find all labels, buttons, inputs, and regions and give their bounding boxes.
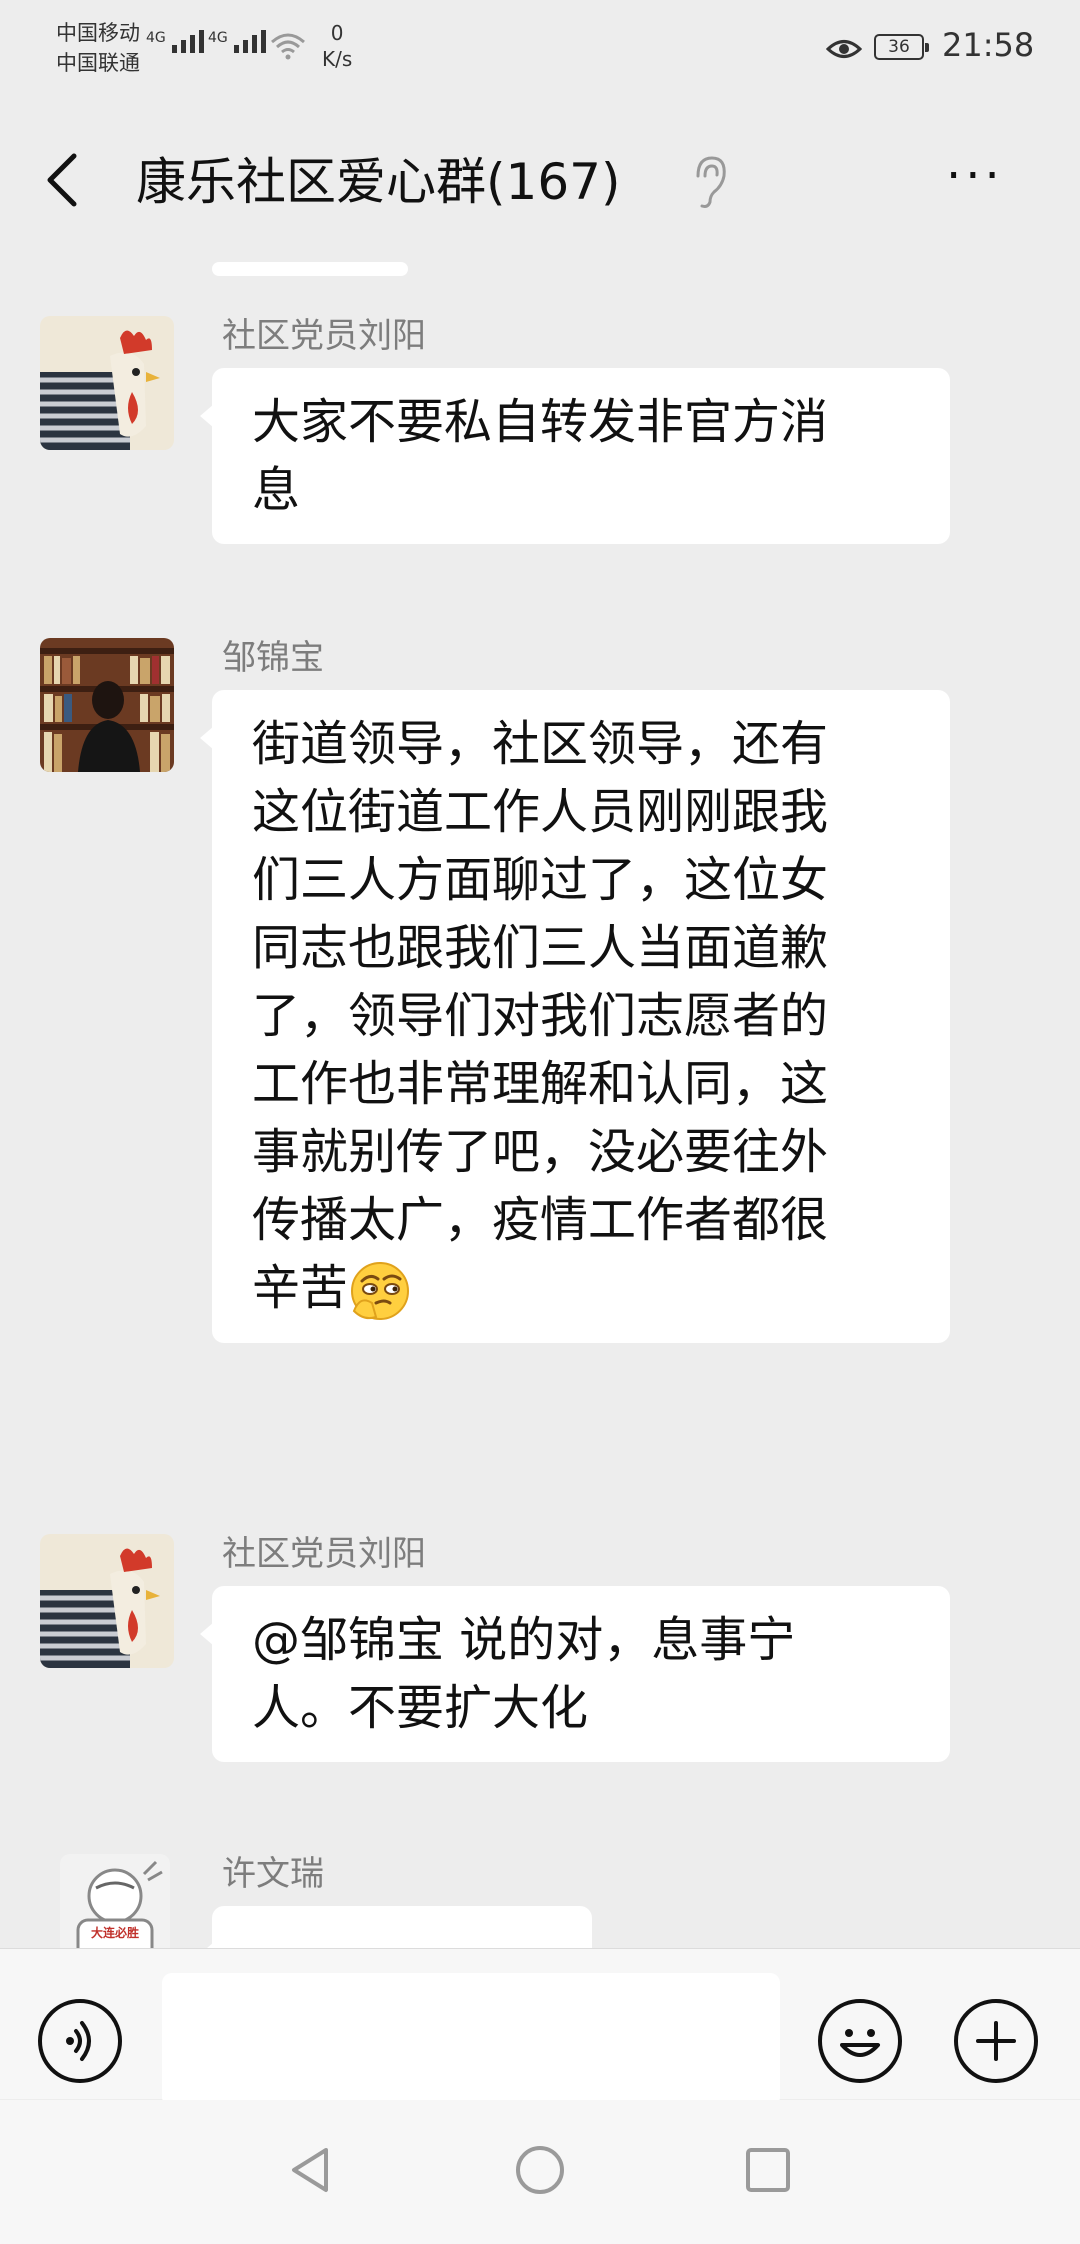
sender-name: 社区党员刘阳 (222, 1534, 426, 1574)
message-line: 人。不要扩大化 (252, 1680, 589, 1736)
message-line: 大家不要私自转发非官方消 (252, 394, 829, 450)
emoji-button[interactable] (818, 1999, 902, 2083)
message-bubble[interactable]: @邹锦宝 说的对，息事宁 人。不要扩大化 (200, 1586, 950, 1762)
page-title: 康乐社区爱心群(167) (136, 153, 621, 211)
sender-name: 社区党员刘阳 (222, 316, 426, 356)
bookshelf-avatar-icon (40, 638, 174, 772)
speed-unit: K/s (322, 47, 353, 71)
carrier-names: 中国移动 中国联通 (56, 18, 140, 78)
message-bubble[interactable]: 街道领导，社区领导，还有 这位街道工作人员刚刚跟我 们三人方面聊过了，这位女 同… (200, 690, 950, 1343)
thinking-face-icon (351, 1262, 410, 1320)
avatar[interactable] (40, 1534, 174, 1668)
input-bar (0, 1948, 1080, 2107)
signal-2-icon: 4G (208, 30, 266, 53)
clock: 21:58 (942, 26, 1035, 64)
message-line: 事就别传了吧，没必要往外 (252, 1124, 829, 1180)
network-speed: 0 K/s (322, 20, 352, 72)
smiley-icon (840, 2029, 880, 2057)
message-line: 工作也非常理解和认同，这 (252, 1056, 829, 1112)
status-bar: 中国移动 中国联通 4G 4G 0 K/s 36 21:58 (0, 0, 1080, 100)
more-button[interactable]: ··· (946, 152, 1026, 200)
message-line: 息 (252, 462, 301, 518)
carrier-1: 中国移动 (56, 21, 140, 45)
system-navigation-bar (0, 2100, 1080, 2244)
message-line: 这位街道工作人员刚刚跟我 (252, 784, 829, 840)
sender-name: 邹锦宝 (222, 638, 324, 678)
message-item: 社区党员刘阳 大家不要私自转发非官方消 息 (40, 316, 1040, 544)
more-functions-button[interactable] (954, 1999, 1038, 2083)
carrier-2: 中国联通 (56, 51, 140, 75)
signal-1-icon: 4G (146, 30, 204, 53)
eye-icon (826, 40, 862, 58)
message-line: 辛苦 (252, 1260, 349, 1316)
message-line-with-emoji: 辛苦 (252, 1254, 916, 1323)
ear-icon (696, 156, 726, 208)
chat-message-list[interactable]: 社区党员刘阳 大家不要私自转发非官方消 息 邹锦宝 街道领导，社区领导，还有 这… (0, 260, 1080, 1950)
chevron-left-icon[interactable] (40, 150, 84, 210)
message-line: @邹锦宝 说的对，息事宁 (252, 1612, 796, 1668)
avatar[interactable] (40, 316, 174, 450)
rooster-avatar-icon (40, 1534, 174, 1668)
message-input[interactable] (162, 1973, 780, 2107)
back-triangle-icon[interactable] (280, 2140, 340, 2200)
rooster-avatar-icon (40, 316, 174, 450)
plus-icon (976, 2021, 1016, 2061)
voice-button[interactable] (38, 1999, 122, 2083)
message-line: 们三人方面聊过了，这位女 (252, 852, 829, 908)
battery-indicator: 36 (874, 34, 929, 60)
message-line: 了，领导们对我们志愿者的 (252, 988, 829, 1044)
message-item: 大连必胜 许文瑞 (40, 1854, 1040, 1950)
wifi-icon (271, 33, 305, 60)
message-line: 传播太广，疫情工作者都很 (252, 1192, 829, 1248)
avatar[interactable]: 大连必胜 (60, 1854, 170, 1950)
signal-2-label: 4G (208, 30, 228, 46)
message-bubble[interactable] (200, 1906, 592, 1950)
signal-1-label: 4G (146, 30, 166, 46)
chat-header: 康乐社区爱心群(167) ··· (0, 100, 1080, 260)
sender-name: 许文瑞 (222, 1854, 324, 1894)
voice-icon (66, 2021, 91, 2061)
avatar-caption: 大连必胜 (90, 1926, 139, 1940)
message-bubble[interactable]: 大家不要私自转发非官方消 息 (200, 368, 950, 544)
message-item: 社区党员刘阳 @邹锦宝 说的对，息事宁 人。不要扩大化 (40, 1534, 1040, 1764)
message-line: 同志也跟我们三人当面道歉 (252, 920, 829, 976)
speed-value: 0 (330, 21, 344, 45)
home-circle-icon[interactable] (510, 2140, 570, 2200)
message-line: 街道领导，社区领导，还有 (252, 716, 829, 772)
avatar[interactable] (40, 638, 174, 772)
message-item: 邹锦宝 街道领导，社区领导，还有 这位街道工作人员刚刚跟我 们三人方面聊过了，这… (40, 638, 1040, 1488)
recents-square-icon[interactable] (738, 2140, 798, 2200)
partial-message-bubble (212, 262, 408, 276)
